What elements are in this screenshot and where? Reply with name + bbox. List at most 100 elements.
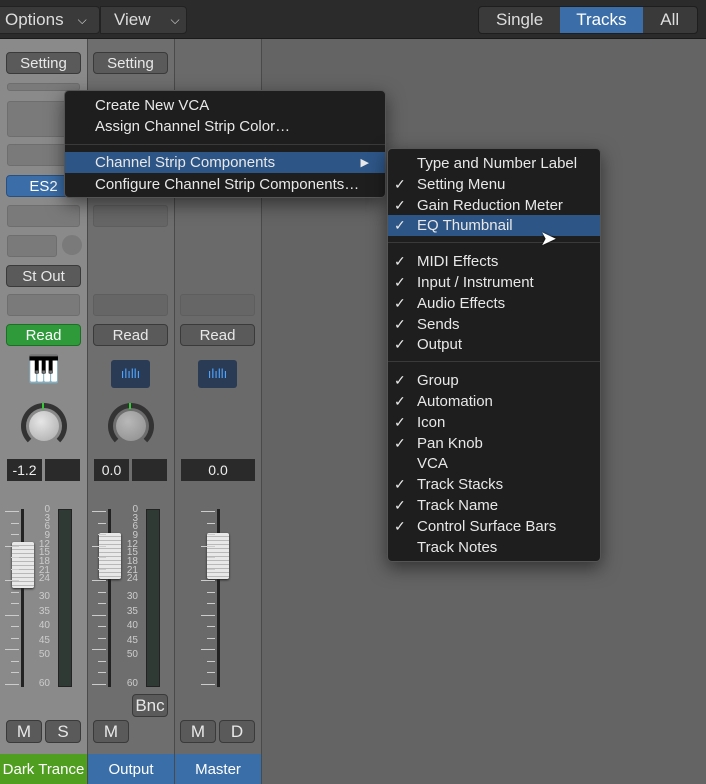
track-name[interactable]: Dark Trance bbox=[0, 754, 87, 784]
meter-scale-label: 35 bbox=[126, 605, 138, 617]
fader-tick bbox=[11, 626, 19, 627]
menu-item-create-vca[interactable]: Create New VCA bbox=[65, 95, 385, 116]
menu-item-configure[interactable]: Configure Channel Strip Components… bbox=[65, 174, 385, 195]
fader-tick bbox=[5, 580, 19, 581]
audio-effects-slot[interactable] bbox=[7, 205, 80, 227]
submenu-item[interactable]: ✓ EQ Thumbnail bbox=[388, 215, 600, 237]
automation-mode-button[interactable]: Read bbox=[93, 324, 168, 346]
mode-tracks[interactable]: Tracks bbox=[560, 7, 643, 33]
checkmark-icon: ✓ bbox=[394, 315, 406, 332]
submenu-item[interactable]: ✓ Track Stacks bbox=[388, 474, 600, 495]
dim-button[interactable]: D bbox=[219, 720, 255, 743]
pan-knob[interactable] bbox=[108, 403, 154, 449]
submenu-item[interactable]: ✓ Audio Effects bbox=[388, 293, 600, 314]
checkmark-icon: ✓ bbox=[394, 253, 406, 270]
fader-tick bbox=[11, 637, 19, 639]
fader-tick bbox=[11, 672, 19, 673]
volume-value[interactable]: -1.2 bbox=[7, 459, 42, 481]
volume-fader[interactable] bbox=[99, 533, 121, 579]
automation-mode-button[interactable]: Read bbox=[6, 324, 81, 346]
setting-button[interactable]: Setting bbox=[93, 52, 168, 74]
fader-tick bbox=[5, 649, 19, 650]
submenu-item[interactable]: ✓ Group bbox=[388, 370, 600, 391]
submenu-item[interactable]: ✓ Gain Reduction Meter bbox=[388, 195, 600, 216]
fader-tick bbox=[92, 683, 106, 685]
checkmark-icon: ✓ bbox=[394, 196, 406, 213]
checkmark-icon: ✓ bbox=[394, 517, 406, 534]
meter-scale-label: 24 bbox=[38, 573, 50, 585]
group-slot[interactable] bbox=[93, 294, 168, 316]
meter-scale-label: 40 bbox=[38, 620, 50, 631]
fader-tick bbox=[207, 522, 215, 524]
submenu-item-label: Setting Menu bbox=[417, 175, 506, 193]
meter-scale-label: 45 bbox=[38, 634, 50, 646]
send-slot[interactable] bbox=[7, 235, 57, 257]
view-label: View bbox=[114, 10, 151, 29]
submenu-item[interactable]: ✓ Sends bbox=[388, 314, 600, 335]
volume-value[interactable]: 0.0 bbox=[94, 459, 129, 481]
output-slot[interactable]: St Out bbox=[6, 265, 81, 287]
volume-fader[interactable] bbox=[207, 533, 229, 579]
submenu-item[interactable]: ✓ Icon bbox=[388, 412, 600, 433]
audio-effects-slot[interactable] bbox=[93, 205, 168, 227]
bounce-button[interactable]: Bnc bbox=[132, 694, 168, 717]
keyboard-icon[interactable]: 🎹 bbox=[26, 354, 62, 384]
group-slot[interactable] bbox=[7, 294, 80, 316]
submenu-item[interactable]: ✓ Input / Instrument bbox=[388, 272, 600, 293]
mode-single[interactable]: Single bbox=[479, 7, 560, 33]
mute-button[interactable]: M bbox=[180, 720, 216, 743]
mute-button[interactable]: M bbox=[6, 720, 42, 743]
submenu-item[interactable]: ✓ Setting Menu bbox=[388, 174, 600, 195]
toolbar: Options ⌵ View ⌵ Single Tracks All bbox=[0, 0, 706, 39]
submenu-item[interactable]: ✓ Output bbox=[388, 334, 600, 355]
track-name[interactable]: Master bbox=[175, 754, 261, 784]
fader-tick bbox=[98, 557, 106, 558]
submenu-item-label: Track Stacks bbox=[417, 476, 504, 494]
submenu-item-label: MIDI Effects bbox=[417, 253, 499, 271]
mute-button[interactable]: M bbox=[93, 720, 129, 743]
automation-mode-button[interactable]: Read bbox=[180, 324, 255, 346]
mode-selector: Single Tracks All bbox=[478, 6, 698, 34]
track-name[interactable]: Output bbox=[88, 754, 174, 784]
submenu-item[interactable]: ✓ Track Name bbox=[388, 495, 600, 516]
mouse-cursor-icon: ➤ bbox=[540, 228, 557, 250]
submenu-item[interactable]: ✓ MIDI Effects bbox=[388, 251, 600, 272]
submenu-item-label: Gain Reduction Meter bbox=[417, 196, 563, 214]
solo-button[interactable]: S bbox=[45, 720, 81, 743]
submenu-item[interactable]: ✓ Pan Knob bbox=[388, 433, 600, 454]
waveform-icon[interactable]: ılıllı bbox=[198, 360, 237, 388]
meter-scale-label: 50 bbox=[38, 649, 50, 660]
fader-tick bbox=[98, 626, 106, 627]
fader-tick bbox=[201, 683, 215, 685]
menu-item-channel-strip-components[interactable]: Channel Strip Components ▶ bbox=[65, 152, 385, 173]
setting-button[interactable]: Setting bbox=[6, 52, 81, 74]
pan-knob[interactable] bbox=[21, 403, 67, 449]
mode-all[interactable]: All bbox=[643, 7, 698, 33]
submenu-item[interactable]: Type and Number Label bbox=[388, 153, 600, 174]
submenu-item[interactable]: ✓ Automation bbox=[388, 391, 600, 412]
checkmark-icon: ✓ bbox=[394, 497, 406, 513]
submenu-item[interactable]: ✓ Control Surface Bars bbox=[388, 516, 600, 537]
menu-item-assign-color[interactable]: Assign Channel Strip Color… bbox=[65, 116, 385, 137]
fader-tick bbox=[11, 568, 19, 570]
fader-tick bbox=[98, 591, 106, 593]
fader-tick bbox=[201, 545, 215, 547]
fader-tick bbox=[207, 534, 215, 535]
submenu-item[interactable]: VCA bbox=[388, 453, 600, 474]
menu-separator bbox=[388, 242, 600, 244]
send-knob[interactable] bbox=[62, 235, 82, 255]
submenu-item[interactable]: Track Notes bbox=[388, 537, 600, 558]
fader-tick bbox=[92, 614, 106, 616]
volume-fader[interactable] bbox=[12, 542, 34, 588]
fader-tick bbox=[207, 672, 215, 673]
group-slot[interactable] bbox=[180, 294, 255, 316]
fader-tick bbox=[207, 626, 215, 627]
options-menu[interactable]: Options ⌵ bbox=[0, 6, 100, 34]
waveform-icon[interactable]: ılıllı bbox=[111, 360, 150, 388]
view-menu[interactable]: View ⌵ bbox=[100, 6, 187, 34]
submenu-item-label: Control Surface Bars bbox=[417, 517, 557, 535]
fader-tick bbox=[11, 522, 19, 524]
volume-value[interactable]: 0.0 bbox=[181, 459, 255, 481]
submenu-item-label: Audio Effects bbox=[417, 294, 506, 312]
fader-tick bbox=[92, 545, 106, 547]
